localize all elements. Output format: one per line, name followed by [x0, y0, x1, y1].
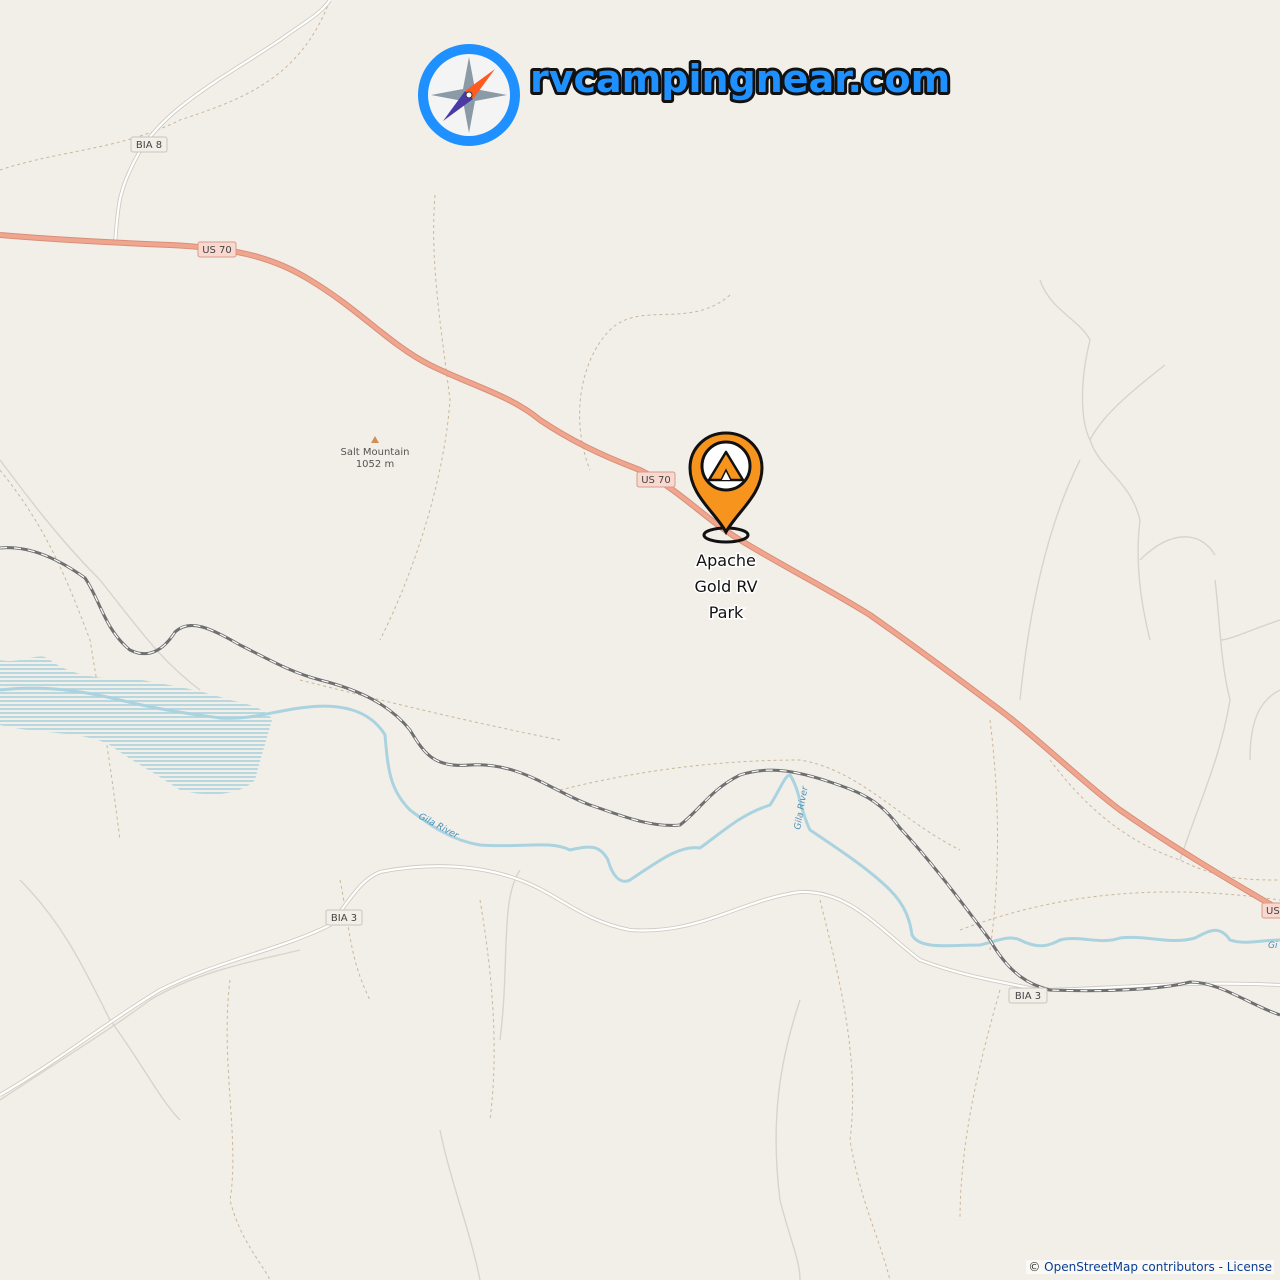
peak-marker: Salt Mountain 1052 m	[341, 436, 410, 470]
bia3-shield-east: BIA 3	[1008, 987, 1048, 1004]
svg-text:BIA 3: BIA 3	[331, 913, 357, 924]
campground-marker[interactable]: Apache Gold RV Park	[688, 431, 764, 624]
map-canvas[interactable]: BIA 8 US 70 US 70 US BIA 3 BIA 3 Gila Ri…	[0, 0, 1280, 1280]
svg-text:US: US	[1266, 906, 1280, 917]
bia8-shield: BIA 8	[130, 136, 168, 153]
peak-triangle-icon	[371, 436, 379, 443]
peak-elevation: 1052 m	[356, 459, 394, 470]
reservoir	[0, 656, 272, 795]
bia8-road	[113, 0, 332, 246]
campground-name-line2: Gold RV	[694, 577, 757, 596]
us70-shield-east: US	[1261, 902, 1280, 919]
site-name: rvcampingnear.com	[530, 57, 950, 101]
svg-text:BIA 3: BIA 3	[1015, 991, 1041, 1002]
dirt-tracks	[0, 0, 1280, 1280]
us70-shield-west: US 70	[197, 241, 237, 258]
campground-name-line1: Apache	[696, 551, 756, 570]
svg-text:US 70: US 70	[641, 475, 671, 486]
gila-river-label-3: Gi	[1268, 941, 1278, 951]
us70-shield-center: US 70	[636, 471, 676, 488]
site-logo[interactable]: rvcampingnear.com	[418, 44, 953, 146]
bia3-road	[0, 864, 1280, 1097]
copyright-symbol: ©	[1028, 1260, 1041, 1274]
gila-river-label-1: Gila River	[417, 812, 461, 842]
svg-text:US 70: US 70	[202, 245, 232, 256]
campground-name-line3: Park	[709, 603, 744, 622]
compass-icon	[418, 44, 520, 146]
osm-contributors-link[interactable]: OpenStreetMap contributors	[1044, 1260, 1215, 1274]
license-link[interactable]: License	[1227, 1260, 1272, 1274]
peak-name: Salt Mountain	[341, 447, 410, 458]
attribution-separator: -	[1214, 1260, 1227, 1274]
map-attribution: © OpenStreetMap contributors - License	[1026, 1260, 1274, 1274]
svg-text:BIA 8: BIA 8	[136, 140, 162, 151]
bia3-shield-west: BIA 3	[325, 909, 363, 926]
